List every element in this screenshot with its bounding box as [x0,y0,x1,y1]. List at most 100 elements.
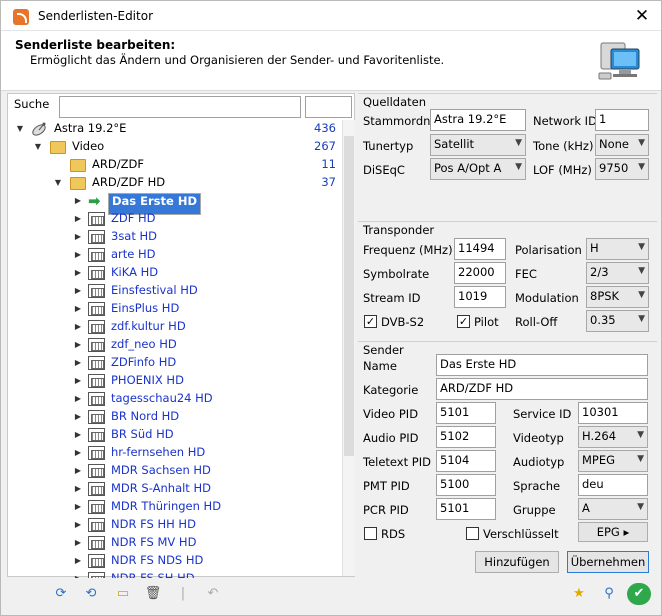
gruppe-select[interactable]: A ▼ [578,498,648,520]
modulation-select[interactable]: 8PSK ▼ [586,286,649,308]
streamid-input[interactable]: 1019 [454,286,506,308]
refresh-icon[interactable]: ⟳ [49,583,73,605]
collapse-icon[interactable]: ▼ [14,120,26,138]
channel-item[interactable]: ▶ EinsPlus HD [8,300,340,318]
expand-icon[interactable]: ▶ [72,228,84,246]
channel-item[interactable]: ▶ arte HD [8,246,340,264]
expand-icon[interactable]: ▶ [72,264,84,282]
channel-item[interactable]: ▶ MDR Sachsen HD [8,462,340,480]
star-icon[interactable]: ★ [567,583,591,605]
sprache-input[interactable]: deu [578,474,648,496]
tv-channel-icon [88,374,105,388]
channel-item[interactable]: ▶ NDR FS MV HD [8,534,340,552]
confirm-check-icon[interactable]: ✔ [627,583,651,605]
tree-node-folder[interactable]: ▼ ARD/ZDF HD 37 [8,174,340,192]
channel-item[interactable]: ▶ ZDF HD [8,210,340,228]
expand-icon[interactable]: ▶ [72,282,84,300]
hinzufuegen-button[interactable]: Hinzufügen [475,551,559,573]
audiotyp-select[interactable]: MPEG ▼ [578,450,648,472]
expand-icon[interactable]: ▶ [72,444,84,462]
tone-select[interactable]: None ▼ [595,134,649,156]
kategorie-input[interactable]: ARD/ZDF HD [436,378,648,400]
uebernehmen-button[interactable]: Übernehmen [567,551,649,573]
quelldaten-group: Quelldaten Stammordner Astra 19.2°E Netw… [358,93,657,209]
channel-item[interactable]: ▶ PHOENIX HD [8,372,340,390]
channel-item[interactable]: ▶ 3sat HD [8,228,340,246]
channel-item[interactable]: ▶ MDR Thüringen HD [8,498,340,516]
folder-add-icon[interactable]: ▭ [111,583,135,605]
channel-item[interactable]: ▶ NDR FS SH HD [8,570,340,578]
expand-icon[interactable]: ▶ [72,318,84,336]
search-number-input[interactable] [305,96,352,118]
pcrpid-input[interactable]: 5101 [436,498,496,520]
tunertyp-select[interactable]: Satellit ▼ [430,134,526,156]
channel-item[interactable]: ▶ tagesschau24 HD [8,390,340,408]
networkid-input[interactable]: 1 [595,109,649,131]
videopid-input[interactable]: 5101 [436,402,496,424]
name-input[interactable]: Das Erste HD [436,354,648,376]
rolloff-select[interactable]: 0.35 ▼ [586,310,649,332]
channel-item[interactable]: ▶ zdf_neo HD [8,336,340,354]
audiopid-input[interactable]: 5102 [436,426,496,448]
expand-icon[interactable]: ▶ [72,246,84,264]
bottom-toolbar: ⟳ ⟲ ▭ 🗑 | ↶ ★ ⚲ ✔ [7,581,657,609]
channel-item[interactable]: ▶ BR Nord HD [8,408,340,426]
channel-item[interactable]: ▶ Einsfestival HD [8,282,340,300]
channel-item[interactable]: ▶ KiKA HD [8,264,340,282]
channel-item[interactable]: ▶ zdf.kultur HD [8,318,340,336]
expand-icon[interactable]: ▶ [72,462,84,480]
expand-icon[interactable]: ▶ [72,372,84,390]
serviceid-input[interactable]: 10301 [578,402,648,424]
expand-icon[interactable]: ▶ [72,480,84,498]
expand-icon[interactable]: ▶ [72,354,84,372]
undo-icon[interactable]: ↶ [201,583,225,605]
search-icon[interactable]: ⚲ [597,583,621,605]
expand-icon[interactable]: ▶ [72,210,84,228]
pilot-checkbox[interactable]: ✓ [457,315,470,328]
expand-icon[interactable]: ▶ [72,390,84,408]
pmtpid-input[interactable]: 5100 [436,474,496,496]
channel-item[interactable]: ▶ BR Süd HD [8,426,340,444]
channel-item[interactable]: ▶ ZDFinfo HD [8,354,340,372]
dvbs2-checkbox[interactable]: ✓ [364,315,377,328]
channel-item[interactable]: ▶ hr-fernsehen HD [8,444,340,462]
expand-icon[interactable]: ▶ [72,192,84,210]
tree-node-folder[interactable]: ARD/ZDF 11 [8,156,340,174]
channel-item[interactable]: ▶ MDR S-Anhalt HD [8,480,340,498]
fec-select[interactable]: 2/3 ▼ [586,262,649,284]
channel-item[interactable]: ▶ NDR FS NDS HD [8,552,340,570]
sync-icon[interactable]: ⟲ [79,583,103,605]
expand-icon[interactable]: ▶ [72,534,84,552]
lof-select[interactable]: 9750 ▼ [595,158,649,180]
symbolrate-input[interactable]: 22000 [454,262,506,284]
channel-label: MDR Sachsen HD [111,463,211,477]
diseqc-select[interactable]: Pos A/Opt A ▼ [430,158,526,180]
tree-scrollbar[interactable] [342,120,355,576]
expand-icon[interactable]: ▶ [72,498,84,516]
epg-button[interactable]: EPG ▸ [578,522,648,542]
expand-icon[interactable]: ▶ [72,570,84,578]
verschluesselt-checkbox[interactable] [466,527,479,540]
frequenz-input[interactable]: 11494 [454,238,506,260]
expand-icon[interactable]: ▶ [72,552,84,570]
teletextpid-input[interactable]: 5104 [436,450,496,472]
expand-icon[interactable]: ▶ [72,300,84,318]
expand-icon[interactable]: ▶ [72,516,84,534]
channel-item[interactable]: ▶ NDR FS HH HD [8,516,340,534]
polarisation-select[interactable]: H ▼ [586,238,649,260]
videotyp-select[interactable]: H.264 ▼ [578,426,648,448]
collapse-icon[interactable]: ▼ [32,138,44,156]
expand-icon[interactable]: ▶ [72,408,84,426]
close-icon[interactable]: ✕ [631,5,653,27]
expand-icon[interactable]: ▶ [72,426,84,444]
rds-checkbox[interactable] [364,527,377,540]
tree-node-satellite[interactable]: ▼ Astra 19.2°E 436 [8,120,340,138]
trash-icon[interactable]: 🗑 [141,583,165,605]
stammordner-input[interactable]: Astra 19.2°E [430,109,526,131]
search-input[interactable] [59,96,301,118]
expand-icon[interactable]: ▶ [72,336,84,354]
scrollbar-thumb[interactable] [344,136,354,456]
collapse-icon[interactable]: ▼ [52,174,64,192]
channel-item[interactable]: ▶ ➡ Das Erste HD [8,192,340,215]
tree-node-video[interactable]: ▼ Video 267 [8,138,340,156]
